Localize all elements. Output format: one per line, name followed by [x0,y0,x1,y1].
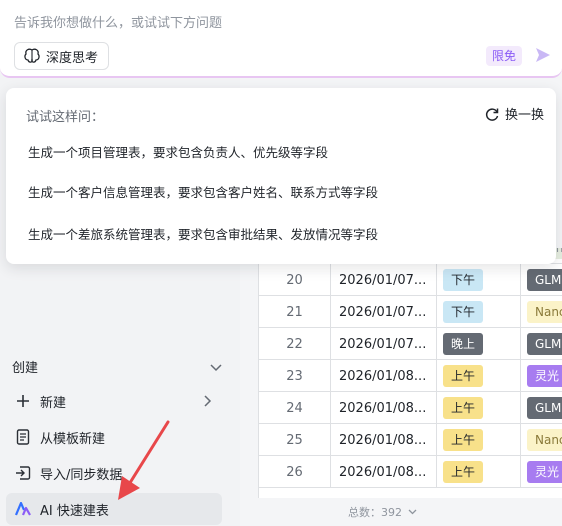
model-cell[interactable]: GLM [521,328,562,360]
total-count: 总数：392 [348,504,417,520]
date-cell[interactable]: 2026/01/08... [331,392,437,424]
date-cell[interactable]: 2026/01/08... [331,424,437,456]
prompt-input[interactable]: 告诉我你想做什么，或试试下方问题 [14,12,222,31]
period-tag: 下午 [443,269,484,291]
create-section-label: 创建 [12,360,39,376]
chevron-down-icon [210,361,222,372]
chevron-right-icon [204,395,214,407]
create-section-header[interactable]: 创建 [12,356,222,376]
deep-think-label: 深度思考 [46,50,99,66]
chevron-down-icon[interactable] [408,509,417,515]
period-tag: 下午 [443,301,484,323]
suggestions-title: 试试这样问： [26,110,105,125]
table-row[interactable]: 252026/01/08... 上午 Nanc [259,424,562,456]
data-table: 192026/01/06...下午Gem202026/01/07...下午GLM… [258,248,562,498]
suggestion-item[interactable]: 生成一个项目管理表，要求包含负责人、优先级等字段 [28,142,328,161]
model-tag: GLM [527,397,562,419]
row-number: 26 [259,456,331,488]
period-tag: 上午 [443,429,484,451]
model-tag: Nanc [527,301,562,323]
period-cell[interactable]: 上午 [437,392,521,424]
table-row[interactable]: 24 2026/01/08... 上午 GLM [259,392,562,424]
annotation-arrow [118,420,170,500]
refresh-icon [485,107,499,121]
row-number: 25 [259,424,331,456]
row-number: 21 [259,296,331,328]
date-cell[interactable]: 2026/01/07... [331,264,437,296]
period-tag: 上午 [443,397,484,419]
table-row[interactable]: 212026/01/07... 下午 Nanc [259,296,562,328]
sidebar-item-label: 从模板新建 [40,431,106,447]
template-icon [14,428,32,446]
table-row[interactable]: 23 2026/01/08... 上午 灵光 [259,360,562,392]
send-icon[interactable] [535,47,551,63]
table-row[interactable]: 26 2026/01/08... 上午 灵光 [259,456,562,488]
row-number: 20 [259,264,331,296]
sidebar-item-new[interactable]: 新建 [6,385,222,417]
row-number: 22 [259,328,331,360]
ai-icon [14,500,32,518]
brain-icon [23,47,41,65]
model-cell[interactable]: 灵光 [521,360,562,392]
refresh-label: 换一换 [504,108,544,123]
import-icon [14,464,32,482]
model-tag: Nanc [527,429,562,451]
model-cell[interactable]: GLM [521,392,562,424]
period-cell[interactable]: 晚上 [437,328,521,360]
sidebar-item-label: 新建 [40,395,67,411]
total-count-label: 总数：392 [348,506,402,519]
model-cell[interactable]: 灵光 [521,456,562,488]
date-cell[interactable]: 2026/01/08... [331,360,437,392]
row-number: 23 [259,360,331,392]
model-tag: GLM [527,269,562,291]
plus-icon [14,392,32,410]
deep-think-button[interactable]: 深度思考 [14,42,110,70]
refresh-button[interactable]: 换一换 [485,104,544,123]
model-cell[interactable]: GLM [521,264,562,296]
date-cell[interactable]: 2026/01/07... [331,328,437,360]
table-row[interactable]: 20 2026/01/07... 下午 GLM [259,264,562,296]
period-cell[interactable]: 上午 [437,424,521,456]
period-cell[interactable]: 上午 [437,360,521,392]
period-tag: 上午 [443,461,484,483]
row-number: 24 [259,392,331,424]
suggestion-item[interactable]: 生成一个差旅系统管理表，要求包含审批结果、发放情况等字段 [28,224,378,243]
table-row[interactable]: 22 2026/01/07... 晚上 GLM [259,328,562,360]
date-cell[interactable]: 2026/01/08... [331,456,437,488]
period-cell[interactable]: 下午 [437,264,521,296]
suggestion-item[interactable]: 生成一个客户信息管理表，要求包含客户姓名、联系方式等字段 [28,182,378,201]
period-cell[interactable]: 下午 [437,296,521,328]
model-tag: 灵光 [527,365,562,387]
date-cell[interactable]: 2026/01/07... [331,296,437,328]
model-cell[interactable]: Nanc [521,296,562,328]
period-tag: 上午 [443,365,484,387]
suggestions-panel: 试试这样问： 换一换 生成一个项目管理表，要求包含负责人、优先级等字段 生成一个… [6,88,556,264]
model-tag: 灵光 [527,461,562,483]
ai-prompt-box: 告诉我你想做什么，或试试下方问题 深度思考 限免 [0,0,562,78]
period-cell[interactable]: 上午 [437,456,521,488]
period-tag: 晚上 [443,333,484,355]
model-tag: GLM [527,333,562,355]
free-badge: 限免 [486,46,523,66]
model-cell[interactable]: Nanc [521,424,562,456]
sidebar-item-label: AI 快速建表 [40,503,109,519]
